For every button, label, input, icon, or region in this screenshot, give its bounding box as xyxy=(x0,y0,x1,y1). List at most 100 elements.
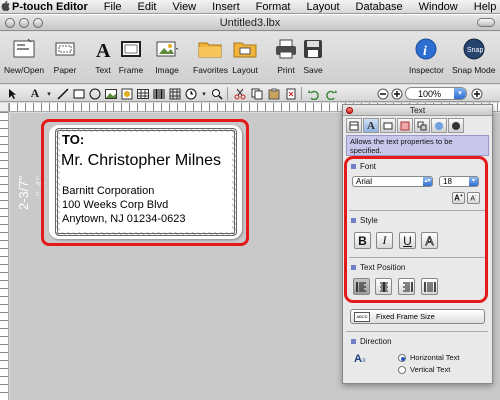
cut-icon[interactable] xyxy=(233,87,247,100)
section-bullet-icon xyxy=(351,265,356,270)
ellipse-tool-icon[interactable] xyxy=(88,87,102,100)
new-open-label: New/Open xyxy=(4,65,45,75)
zoom-in-icon[interactable] xyxy=(390,87,404,100)
paper-button[interactable]: Paper xyxy=(52,34,78,75)
print-button[interactable]: Print xyxy=(273,34,299,75)
close-panel-button[interactable] xyxy=(346,107,353,114)
zoom-out-icon[interactable] xyxy=(376,87,390,100)
snap-mode-button[interactable]: Snap Snap Mode xyxy=(452,34,495,75)
frame-button[interactable]: Frame xyxy=(118,34,144,75)
label-recipient-name[interactable]: Mr. Christopher Milnes xyxy=(61,152,221,170)
text-dropdown-icon[interactable]: ▾ xyxy=(42,87,56,100)
tab-color-icon[interactable] xyxy=(431,118,447,133)
copy-icon[interactable] xyxy=(250,87,264,100)
menu-insert[interactable]: Insert xyxy=(204,1,248,13)
save-button[interactable]: Save xyxy=(300,34,326,75)
fixed-frame-size-button[interactable]: ABCD Fixed Frame Size xyxy=(350,309,485,324)
chevron-down-icon: ▾ xyxy=(454,88,466,99)
tab-text-icon[interactable]: A xyxy=(363,118,379,133)
barcode-tool-icon[interactable] xyxy=(152,87,166,100)
align-left-icon xyxy=(355,281,366,292)
menu-edit[interactable]: Edit xyxy=(130,1,165,13)
italic-label: I xyxy=(382,233,387,247)
toolbar-separator xyxy=(301,87,302,100)
menu-file[interactable]: File xyxy=(96,1,130,13)
tab-effect-icon[interactable] xyxy=(448,118,464,133)
tape-width-label: 2-3/7" xyxy=(16,175,31,210)
menu-window[interactable]: Window xyxy=(411,1,466,13)
bold-button[interactable]: B xyxy=(354,232,371,249)
section-bullet-icon xyxy=(351,339,356,344)
font-size-select[interactable]: 18 ▾ xyxy=(439,176,479,187)
section-bullet-icon xyxy=(351,218,356,223)
redo-icon[interactable] xyxy=(324,87,338,100)
label-city[interactable]: Anytown, NJ 01234-0623 xyxy=(62,213,186,225)
tab-layout-icon[interactable] xyxy=(346,118,362,133)
outline-button[interactable]: A xyxy=(421,232,438,249)
menu-database[interactable]: Database xyxy=(348,1,411,13)
toolbar-toggle-button[interactable] xyxy=(477,18,495,27)
align-left-button[interactable] xyxy=(353,278,370,295)
text-position-header-label: Text Position xyxy=(360,263,406,272)
increase-font-size-button[interactable]: A+ xyxy=(452,192,465,204)
align-center-button[interactable] xyxy=(375,278,392,295)
inspector-label: Inspector xyxy=(409,65,444,75)
image-button[interactable]: Image xyxy=(154,34,180,75)
menu-view[interactable]: View xyxy=(164,1,204,13)
italic-button[interactable]: I xyxy=(376,232,393,249)
fixed-frame-label: Fixed Frame Size xyxy=(376,312,435,321)
svg-text:A: A xyxy=(96,40,111,61)
line-tool-icon[interactable] xyxy=(56,87,70,100)
date-time-icon[interactable] xyxy=(184,87,198,100)
underline-button[interactable]: U xyxy=(399,232,416,249)
clipart-tool-icon[interactable] xyxy=(120,87,134,100)
zoom-fit-icon[interactable] xyxy=(470,87,484,100)
vertical-text-radio[interactable] xyxy=(398,366,406,374)
justify-button[interactable] xyxy=(421,278,438,295)
vertical-text-label: Vertical Text xyxy=(410,365,451,374)
menu-layout[interactable]: Layout xyxy=(299,1,348,13)
tab-paper-icon[interactable] xyxy=(380,118,396,133)
apple-menu-icon[interactable] xyxy=(0,0,10,14)
inspector-button[interactable]: i Inspector xyxy=(409,34,444,75)
label-company[interactable]: Barnitt Corporation xyxy=(62,185,154,197)
main-toolbar: New/Open Paper A Text Frame Image Favori… xyxy=(0,32,500,84)
menu-format[interactable]: Format xyxy=(248,1,299,13)
menu-help[interactable]: Help xyxy=(466,1,500,13)
text-insert-icon[interactable]: A xyxy=(28,86,42,100)
font-family-value: Arial xyxy=(356,177,373,186)
horizontal-text-radio[interactable] xyxy=(398,354,406,362)
date-dropdown-icon[interactable]: ▾ xyxy=(197,87,211,100)
zoom-select[interactable]: 100% ▾ xyxy=(405,87,467,100)
font-grow-icon: A+ xyxy=(454,193,463,203)
rectangle-tool-icon[interactable] xyxy=(72,87,86,100)
screen: P-touch Editor File Edit View Insert For… xyxy=(0,0,500,400)
table-tool-icon[interactable] xyxy=(136,87,150,100)
tab-database-icon[interactable] xyxy=(397,118,413,133)
delete-icon[interactable] xyxy=(284,87,298,100)
favorites-button[interactable]: Favorites xyxy=(193,34,228,75)
section-divider xyxy=(349,210,485,211)
label-to-text[interactable]: TO: xyxy=(62,132,84,147)
section-bullet-icon xyxy=(351,164,356,169)
text-button[interactable]: A Text xyxy=(90,34,116,75)
magnify-icon[interactable] xyxy=(210,87,224,100)
new-open-button[interactable]: New/Open xyxy=(4,34,44,75)
decrease-font-size-button[interactable]: A- xyxy=(467,192,480,204)
tab-arrange-icon[interactable] xyxy=(414,118,430,133)
label-street[interactable]: 100 Weeks Corp Blvd xyxy=(62,199,168,211)
underline-label: U xyxy=(403,233,412,248)
vertical-ruler xyxy=(0,112,9,400)
menu-app[interactable]: P-touch Editor xyxy=(10,1,96,13)
font-header-label: Font xyxy=(360,162,377,171)
image-tool-icon[interactable] xyxy=(104,87,118,100)
align-right-button[interactable] xyxy=(398,278,415,295)
zoom-value: 100% xyxy=(418,88,442,99)
undo-icon[interactable] xyxy=(307,87,321,100)
paper-icon xyxy=(52,34,78,64)
layout-button[interactable]: Layout xyxy=(232,34,258,75)
grid-tool-icon[interactable] xyxy=(168,87,182,100)
paste-icon[interactable] xyxy=(267,87,281,100)
select-arrow-icon[interactable] xyxy=(6,87,20,100)
font-family-select[interactable]: Arial ▴▾ xyxy=(352,176,433,187)
